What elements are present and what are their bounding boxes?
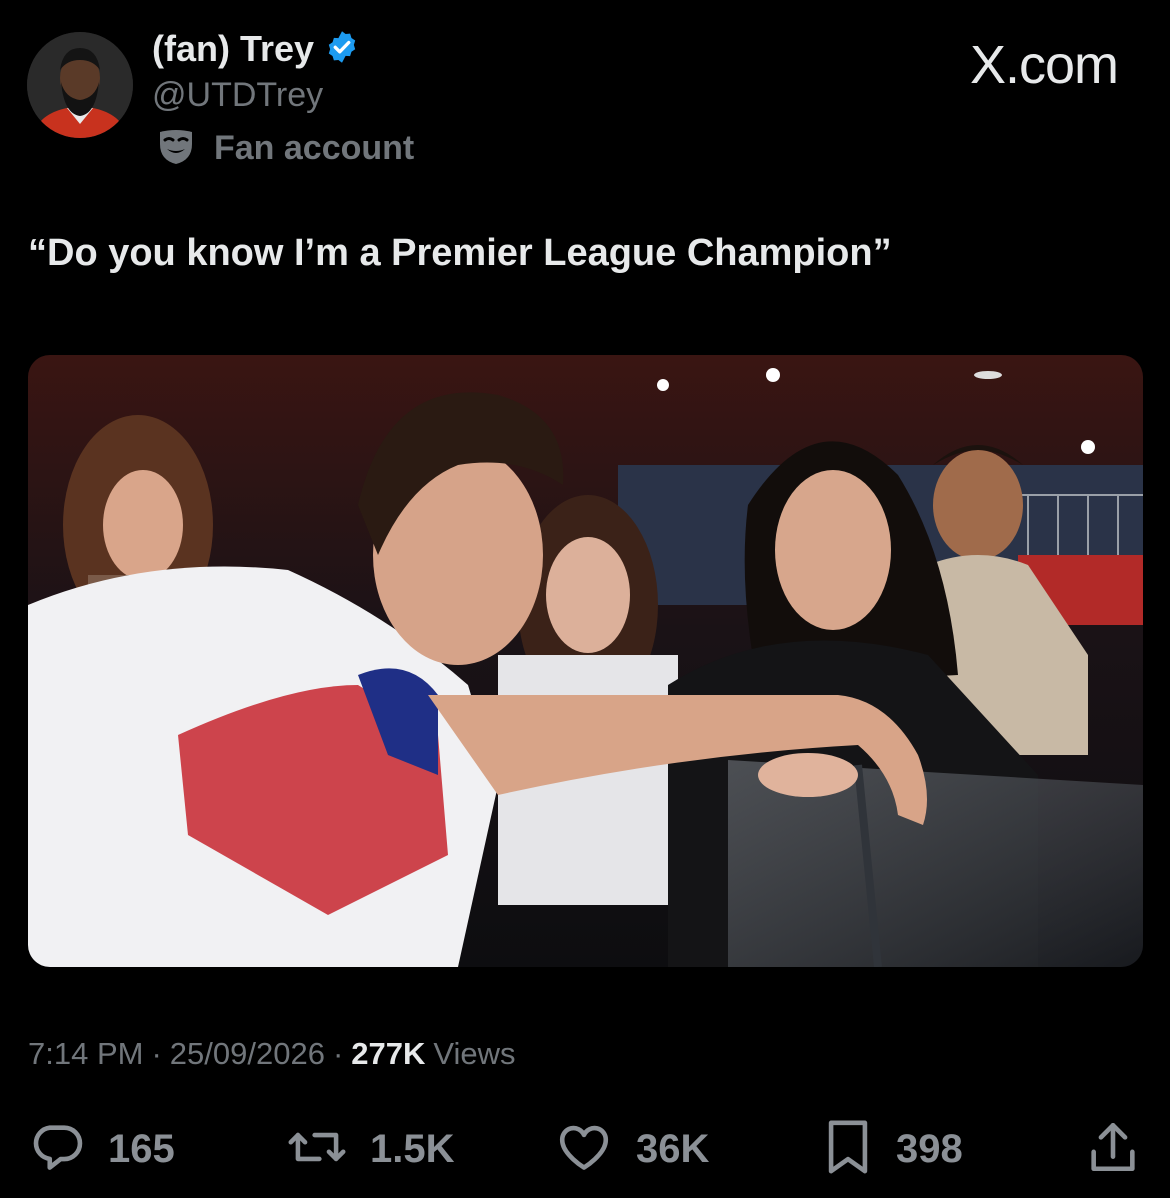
share-button[interactable]: [1086, 1118, 1140, 1181]
bookmark-icon: [822, 1118, 874, 1181]
action-bar: 165 1.5K 36K 398: [28, 1118, 1143, 1178]
repost-count: 1.5K: [370, 1127, 455, 1171]
share-icon: [1086, 1118, 1140, 1181]
repost-button[interactable]: 1.5K: [286, 1118, 455, 1181]
like-icon: [554, 1118, 614, 1181]
tweet-time[interactable]: 7:14 PM: [28, 1036, 143, 1072]
tweet-text: “Do you know I’m a Premier League Champi…: [28, 232, 892, 274]
tweet-date[interactable]: 25/09/2026: [170, 1036, 325, 1072]
meta-separator: ·: [151, 1036, 162, 1071]
like-button[interactable]: 36K: [554, 1118, 709, 1181]
brand-label: X.com: [969, 35, 1119, 95]
reply-button[interactable]: 165: [28, 1118, 175, 1181]
author-name-row: (fan) Trey: [152, 28, 360, 70]
photo-illustration: [28, 355, 1143, 967]
views-label: Views: [433, 1036, 516, 1071]
verified-badge-icon: [324, 29, 360, 70]
fan-account-label: Fan account: [156, 126, 414, 171]
meta-separator: ·: [332, 1036, 344, 1071]
tweet-meta: 7:14 PM · 25/09/2026 · 277K Views: [28, 1036, 516, 1072]
avatar[interactable]: [27, 32, 133, 138]
reply-icon: [28, 1118, 86, 1181]
fan-account-text: Fan account: [214, 129, 415, 167]
fan-mask-icon: [156, 126, 196, 171]
tweet-media-photo[interactable]: [28, 355, 1143, 967]
bookmark-button[interactable]: 398: [822, 1118, 963, 1181]
bookmark-count: 398: [896, 1127, 963, 1171]
author-handle[interactable]: @UTDTrey: [152, 76, 323, 115]
repost-icon: [286, 1118, 348, 1181]
display-name[interactable]: (fan) Trey: [152, 28, 314, 70]
views-count: 277K: [351, 1036, 426, 1071]
like-count: 36K: [636, 1127, 710, 1171]
avatar-image: [27, 32, 133, 138]
reply-count: 165: [108, 1127, 175, 1171]
